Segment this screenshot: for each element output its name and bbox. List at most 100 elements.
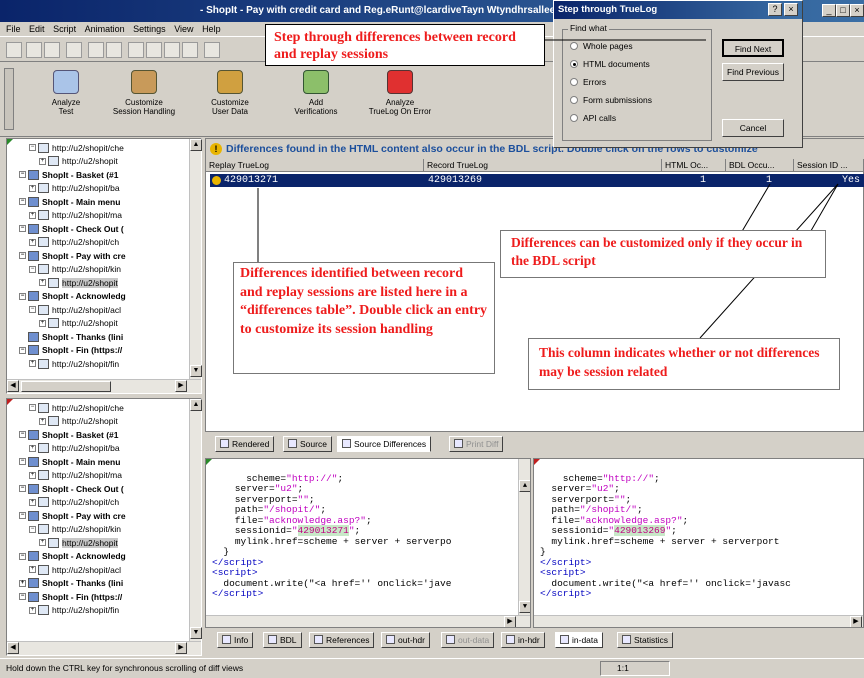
tree-item[interactable]: + http://u2/shopit/ma bbox=[9, 209, 189, 223]
tab-out-data[interactable]: out-data bbox=[441, 632, 495, 648]
collapse-icon[interactable]: − bbox=[29, 144, 36, 152]
step-first-icon[interactable] bbox=[128, 42, 144, 58]
cancel-button[interactable]: Cancel bbox=[722, 119, 784, 137]
dialog-help-button[interactable]: ? bbox=[768, 3, 782, 16]
collapse-icon[interactable]: − bbox=[19, 431, 26, 439]
tab-out-hdr[interactable]: out-hdr bbox=[381, 632, 430, 648]
collapse-icon[interactable]: − bbox=[19, 552, 26, 560]
tree-hscrollbar[interactable]: ◀ ▶ bbox=[7, 641, 201, 655]
col-session-id[interactable]: Session ID ... bbox=[794, 159, 864, 172]
find-icon[interactable] bbox=[88, 42, 104, 58]
analyze-error-button[interactable]: Analyze TrueLog On Error bbox=[360, 66, 440, 134]
tree-item[interactable]: + http://u2/shopit/ch bbox=[9, 236, 189, 250]
scroll-right-icon[interactable]: ▶ bbox=[504, 616, 516, 627]
tab-source[interactable]: Source bbox=[283, 436, 332, 452]
tab-print-diff[interactable]: Print Diff bbox=[449, 436, 504, 452]
scroll-left-icon[interactable]: ◀ bbox=[7, 642, 19, 654]
tree-item[interactable]: + http://u2/shopit bbox=[9, 276, 189, 290]
tree-item[interactable]: + http://u2/shopit/ma bbox=[9, 469, 189, 483]
collapse-icon[interactable]: − bbox=[29, 306, 36, 314]
tab-references[interactable]: References bbox=[309, 632, 375, 648]
collapse-icon[interactable]: − bbox=[19, 485, 26, 493]
expand-icon[interactable]: + bbox=[29, 566, 36, 574]
tree-item[interactable]: + http://u2/shopit/ba bbox=[9, 182, 189, 196]
dialog-close-button[interactable]: × bbox=[784, 3, 798, 16]
tree-item[interactable]: − ShopIt - Check Out ( bbox=[9, 482, 189, 496]
collapse-icon[interactable]: − bbox=[19, 198, 26, 206]
collapse-icon[interactable]: − bbox=[19, 252, 26, 260]
menu-file[interactable]: File bbox=[6, 24, 21, 34]
maximize-button[interactable]: □ bbox=[836, 4, 850, 17]
tree-scrollbar[interactable]: ▲ ▼ bbox=[189, 139, 202, 379]
close-button[interactable]: × bbox=[850, 4, 864, 17]
find-next-button[interactable]: Find Next bbox=[722, 39, 784, 57]
collapse-icon[interactable]: − bbox=[19, 292, 26, 300]
new-icon[interactable] bbox=[6, 42, 22, 58]
col-html-occurrences[interactable]: HTML Oc... bbox=[662, 159, 726, 172]
scroll-right-icon[interactable]: ▶ bbox=[850, 616, 862, 627]
expand-icon[interactable]: + bbox=[29, 498, 36, 506]
tab-in-hdr[interactable]: in-hdr bbox=[501, 632, 545, 648]
expand-icon[interactable]: + bbox=[19, 579, 26, 587]
tree-hscrollbar[interactable]: ◀ ▶ bbox=[7, 379, 201, 393]
step-last-icon[interactable] bbox=[182, 42, 198, 58]
find-option-radio[interactable]: Whole pages bbox=[570, 41, 633, 51]
collapse-icon[interactable]: − bbox=[29, 265, 36, 273]
tab-source-differences[interactable]: Source Differences bbox=[337, 436, 432, 452]
hscroll-thumb[interactable] bbox=[21, 381, 111, 392]
scroll-down-icon[interactable]: ▼ bbox=[190, 627, 202, 639]
expand-icon[interactable]: + bbox=[39, 157, 46, 165]
collapse-icon[interactable]: − bbox=[29, 525, 36, 533]
radio-icon[interactable] bbox=[570, 60, 578, 68]
expand-icon[interactable]: + bbox=[29, 360, 36, 368]
customize-user-data-button[interactable]: Customize User Data bbox=[190, 66, 270, 134]
tab-info[interactable]: Info bbox=[217, 632, 254, 648]
record-source-pane[interactable]: scheme="http://"; server="u2"; serverpor… bbox=[533, 458, 864, 628]
find-option-radio[interactable]: API calls bbox=[570, 113, 616, 123]
menu-edit[interactable]: Edit bbox=[29, 24, 45, 34]
analyze-test-button[interactable]: Analyze Test bbox=[26, 66, 106, 134]
expand-icon[interactable]: + bbox=[29, 238, 36, 246]
scroll-down-icon[interactable]: ▼ bbox=[519, 601, 530, 613]
step-prev-icon[interactable] bbox=[146, 42, 162, 58]
expand-icon[interactable]: + bbox=[29, 184, 36, 192]
expand-icon[interactable]: + bbox=[39, 417, 46, 425]
radio-icon[interactable] bbox=[570, 114, 578, 122]
scroll-up-icon[interactable]: ▲ bbox=[190, 139, 202, 151]
expand-icon[interactable]: + bbox=[29, 211, 36, 219]
tree-item[interactable]: + http://u2/shopit/fin bbox=[9, 604, 189, 618]
find-option-radio[interactable]: Form submissions bbox=[570, 95, 652, 105]
tree-item[interactable]: + http://u2/shopit bbox=[9, 415, 189, 429]
grid-icon[interactable] bbox=[204, 42, 220, 58]
find-option-radio[interactable]: HTML documents bbox=[570, 59, 650, 69]
collapse-icon[interactable]: − bbox=[19, 458, 26, 466]
tree-item[interactable]: − ShopIt - Acknowledg bbox=[9, 550, 189, 564]
find-option-radio[interactable]: Errors bbox=[570, 77, 606, 87]
tree-item[interactable]: + http://u2/shopit/ch bbox=[9, 496, 189, 510]
tree-item[interactable]: − ShopIt - Pay with cre bbox=[9, 249, 189, 263]
col-record-truelog[interactable]: Record TrueLog bbox=[424, 159, 662, 172]
col-replay-truelog[interactable]: Replay TrueLog bbox=[206, 159, 424, 172]
customize-session-button[interactable]: Customize Session Handling bbox=[104, 66, 184, 134]
open-icon[interactable] bbox=[26, 42, 42, 58]
menu-view[interactable]: View bbox=[174, 24, 193, 34]
tree-item[interactable]: − ShopIt - Main menu bbox=[9, 455, 189, 469]
tab-statistics[interactable]: Statistics bbox=[617, 632, 674, 648]
tree-item[interactable]: + ShopIt - Thanks (lini bbox=[9, 577, 189, 591]
pane-scrollbar[interactable]: ▲ ▼ bbox=[518, 459, 530, 615]
menu-settings[interactable]: Settings bbox=[133, 24, 166, 34]
collapse-icon[interactable]: − bbox=[29, 404, 36, 412]
add-verifications-button[interactable]: Add Verifications bbox=[276, 66, 356, 134]
step-next-icon[interactable] bbox=[164, 42, 180, 58]
menu-help[interactable]: Help bbox=[202, 24, 221, 34]
tree-item[interactable]: + http://u2/shopit/fin bbox=[9, 357, 189, 371]
radio-icon[interactable] bbox=[570, 42, 578, 50]
tree-item[interactable]: − ShopIt - Fin (https:// bbox=[9, 344, 189, 358]
tree-item[interactable]: ShopIt - Thanks (lini bbox=[9, 330, 189, 344]
tree-item[interactable]: − http://u2/shopit/kin bbox=[9, 263, 189, 277]
tree-scrollbar[interactable]: ▲ ▼ bbox=[189, 399, 202, 641]
tab-bdl[interactable]: BDL bbox=[263, 632, 302, 648]
collapse-icon[interactable]: − bbox=[19, 512, 26, 520]
replay-source-pane[interactable]: scheme="http://"; server="u2"; serverpor… bbox=[205, 458, 531, 628]
record-icon[interactable] bbox=[66, 42, 82, 58]
